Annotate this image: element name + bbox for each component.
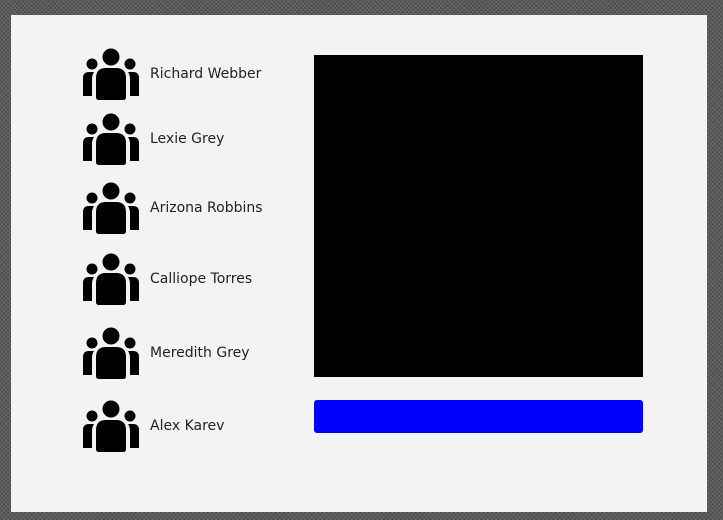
person-item-meredith-grey[interactable]: Meredith Grey xyxy=(83,327,250,379)
person-name: Calliope Torres xyxy=(150,271,253,287)
main-panel: Richard Webber Lexie Grey Arizona Robbin… xyxy=(11,15,707,512)
person-item-richard-webber[interactable]: Richard Webber xyxy=(83,48,261,100)
person-name: Arizona Robbins xyxy=(150,200,263,216)
person-item-arizona-robbins[interactable]: Arizona Robbins xyxy=(83,182,263,234)
people-group-icon xyxy=(83,113,139,165)
person-item-lexie-grey[interactable]: Lexie Grey xyxy=(83,113,224,165)
people-group-icon xyxy=(83,182,139,234)
person-name: Meredith Grey xyxy=(150,345,250,361)
person-item-calliope-torres[interactable]: Calliope Torres xyxy=(83,253,252,305)
person-name: Richard Webber xyxy=(150,66,262,82)
people-group-icon xyxy=(83,400,139,452)
person-name: Lexie Grey xyxy=(150,131,225,147)
media-viewport xyxy=(314,55,643,377)
people-group-icon xyxy=(83,327,139,379)
people-group-icon xyxy=(83,253,139,305)
people-group-icon xyxy=(83,48,139,100)
person-item-alex-karev[interactable]: Alex Karev xyxy=(83,400,224,452)
person-name: Alex Karev xyxy=(150,418,225,434)
action-button[interactable] xyxy=(314,400,643,433)
